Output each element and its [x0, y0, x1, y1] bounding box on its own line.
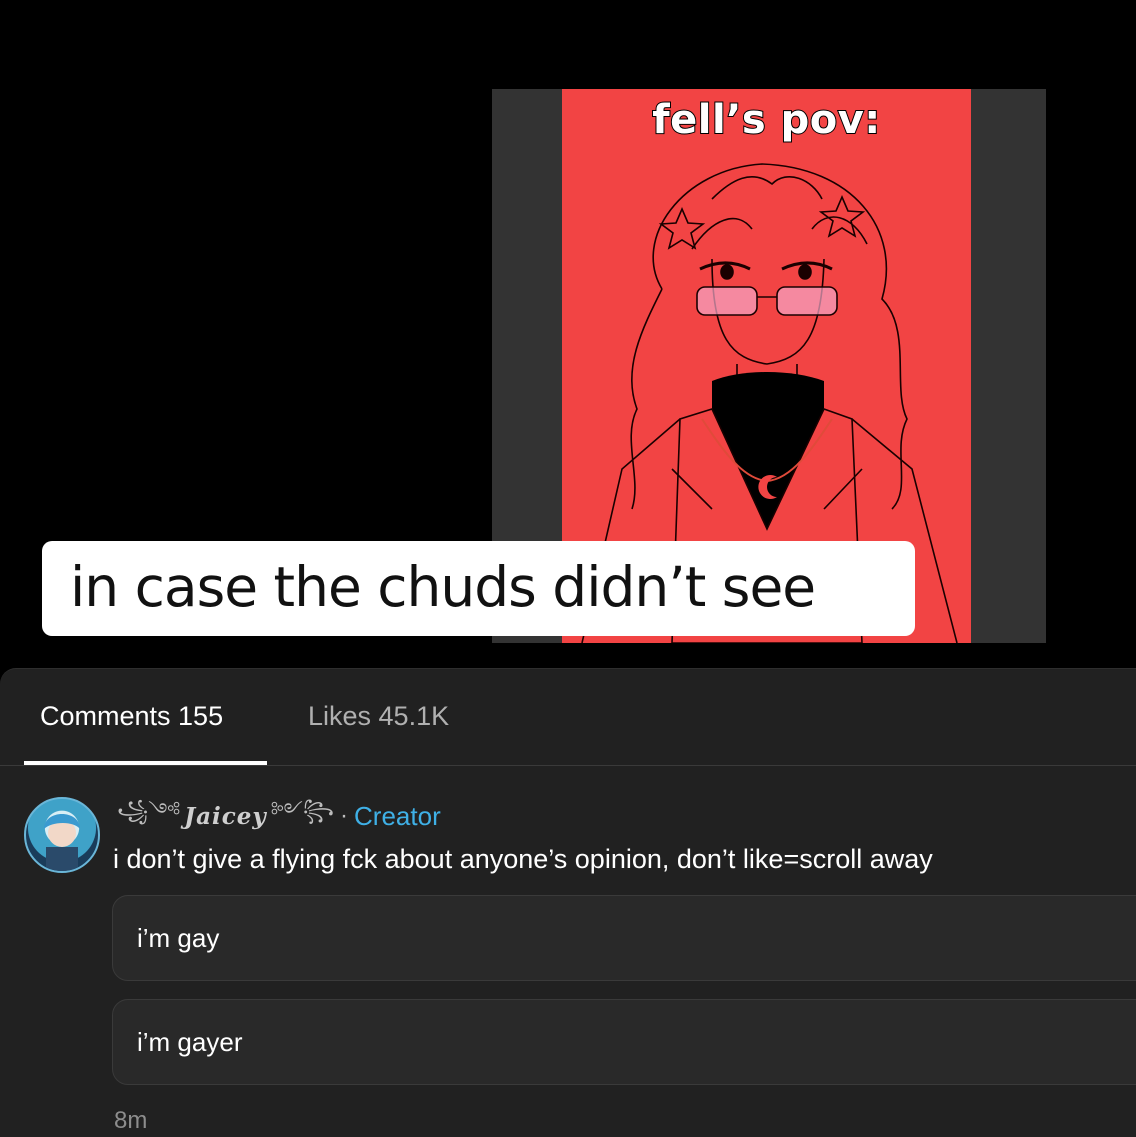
- comment-timestamp: 8m: [114, 1107, 148, 1134]
- creator-badge: Creator: [354, 800, 441, 831]
- tab-likes[interactable]: Likes 45.1K: [308, 701, 449, 732]
- active-tab-indicator: [24, 761, 267, 765]
- video-caption: in case the chuds didn’t see: [42, 541, 915, 636]
- video-player[interactable]: fell’s pov: in case the chuds didn’t see: [0, 0, 1136, 670]
- avatar[interactable]: [24, 797, 100, 873]
- comment-author-line: ꧁༺ Jaicey ༻꧂ · Creator: [113, 799, 441, 833]
- comment-tabs: Comments 155 Likes 45.1K: [0, 669, 1136, 766]
- reply-text: i’m gay: [137, 923, 220, 953]
- comments-sheet: Comments 155 Likes 45.1K ꧁༺ Jaicey ༻꧂ · …: [0, 668, 1136, 1137]
- comment-author-name[interactable]: Jaicey: [184, 803, 267, 830]
- reply-bubble[interactable]: i’m gayer: [112, 999, 1136, 1085]
- separator-dot: ·: [340, 802, 349, 829]
- author-decoration-right: ༻꧂: [270, 800, 335, 822]
- reply-text: i’m gayer: [137, 1027, 243, 1057]
- tab-comments[interactable]: Comments 155: [40, 701, 223, 732]
- author-decoration-left: ꧁༺: [117, 800, 181, 822]
- reply-bubble[interactable]: i’m gay: [112, 895, 1136, 981]
- avatar-image: [44, 814, 80, 871]
- video-overlay-text: fell’s pov:: [651, 96, 881, 144]
- comment-text: i don’t give a flying fck about anyone’s…: [113, 844, 933, 874]
- caption-text: in case the chuds didn’t see: [70, 555, 816, 619]
